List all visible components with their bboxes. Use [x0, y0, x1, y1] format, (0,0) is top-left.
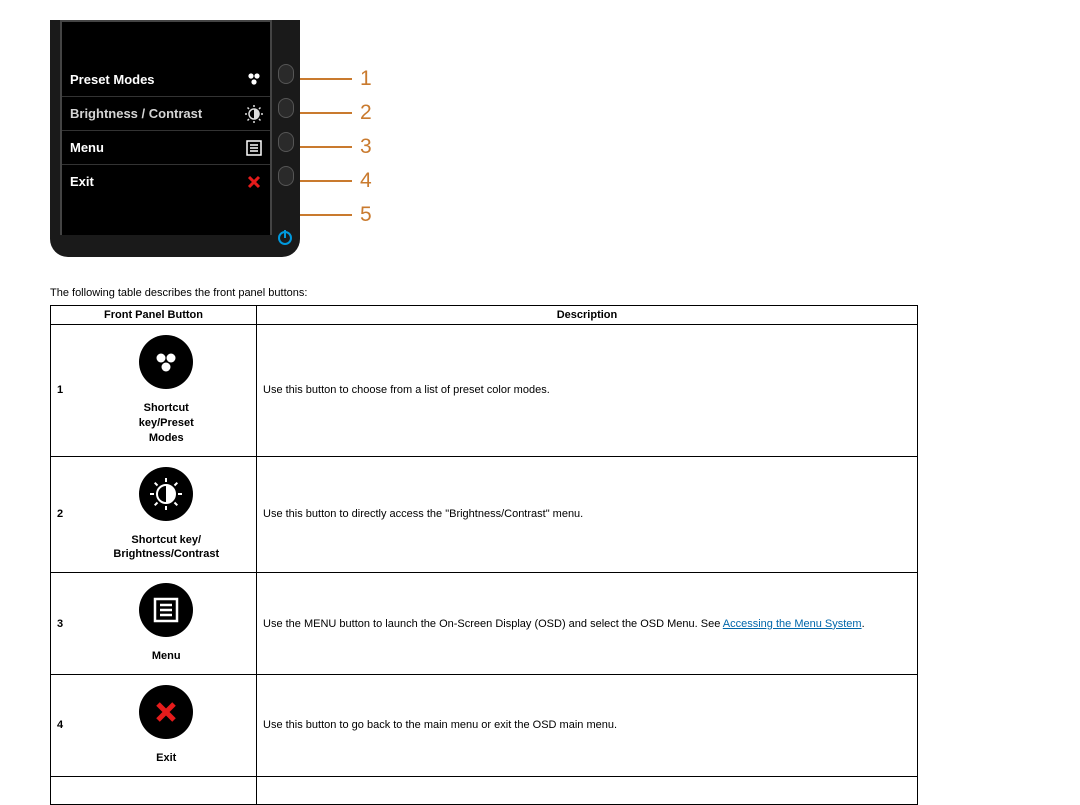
- osd-row-exit: Exit: [62, 164, 270, 198]
- intro-text: The following table describes the front …: [0, 287, 1080, 305]
- row-number: 2: [51, 456, 77, 573]
- menu-icon: [139, 583, 193, 637]
- monitor-bezel: Preset Modes Brightness / Contrast Menu: [50, 20, 300, 257]
- monitor-screen: Preset Modes Brightness / Contrast Menu: [60, 20, 272, 235]
- row-icon-cell: Exit: [77, 675, 257, 777]
- callout-number: 2: [360, 101, 372, 125]
- panel-button: [278, 98, 294, 118]
- table-row: 4 Exit Use this button to go back to the…: [51, 675, 918, 777]
- exit-icon: [139, 685, 193, 739]
- row-description: Use the MENU button to launch the On-Scr…: [257, 573, 918, 675]
- callout-number: 5: [360, 203, 372, 227]
- panel-button: [278, 64, 294, 84]
- menu-icon: [244, 138, 264, 158]
- brightness-icon: [244, 104, 264, 124]
- buttons-table: Front Panel Button Description 1 Shortcu…: [50, 305, 918, 805]
- panel-button: [278, 166, 294, 186]
- row-number: 3: [51, 573, 77, 675]
- osd-label: Menu: [70, 140, 104, 155]
- brightness-icon: [139, 467, 193, 521]
- row-number: 4: [51, 675, 77, 777]
- callout-number: 3: [360, 135, 372, 159]
- row-label: Shortcutkey/PresetModes: [83, 401, 251, 446]
- side-buttons: [278, 64, 294, 186]
- osd-label: Brightness / Contrast: [70, 106, 202, 121]
- osd-row-menu: Menu: [62, 130, 270, 164]
- row-label: Exit: [83, 751, 251, 766]
- diagram-callouts: 1 2 3 4 5: [300, 20, 372, 232]
- monitor-diagram: Preset Modes Brightness / Contrast Menu: [0, 0, 1080, 287]
- row-label: Menu: [83, 649, 251, 664]
- osd-row-preset: Preset Modes: [62, 62, 270, 96]
- table-row: 1 Shortcutkey/PresetModes Use this butto…: [51, 325, 918, 457]
- osd-label: Exit: [70, 174, 94, 189]
- osd-label: Preset Modes: [70, 72, 155, 87]
- osd-row-brightness: Brightness / Contrast: [62, 96, 270, 130]
- callout-number: 1: [360, 67, 372, 91]
- table-header-description: Description: [257, 306, 918, 325]
- menu-system-link[interactable]: Accessing the Menu System: [723, 618, 862, 630]
- row-description: Use this button to directly access the "…: [257, 456, 918, 573]
- row-description: Use this button to choose from a list of…: [257, 325, 918, 457]
- preset-modes-icon: [139, 335, 193, 389]
- callout-number: 4: [360, 169, 372, 193]
- row-label: Shortcut key/Brightness/Contrast: [83, 533, 251, 563]
- exit-icon: [244, 172, 264, 192]
- table-row: [51, 776, 918, 804]
- preset-modes-icon: [244, 69, 264, 89]
- power-icon: [278, 231, 292, 245]
- row-description: Use this button to go back to the main m…: [257, 675, 918, 777]
- row-icon-cell: Shortcut key/Brightness/Contrast: [77, 456, 257, 573]
- row-icon-cell: Shortcutkey/PresetModes: [77, 325, 257, 457]
- row-number: 1: [51, 325, 77, 457]
- table-row: 3 Menu Use the MENU button to launch the…: [51, 573, 918, 675]
- table-header-button: Front Panel Button: [51, 306, 257, 325]
- row-icon-cell: Menu: [77, 573, 257, 675]
- table-row: 2 Shortcut key/Brightness/Contrast Use t…: [51, 456, 918, 573]
- panel-button: [278, 132, 294, 152]
